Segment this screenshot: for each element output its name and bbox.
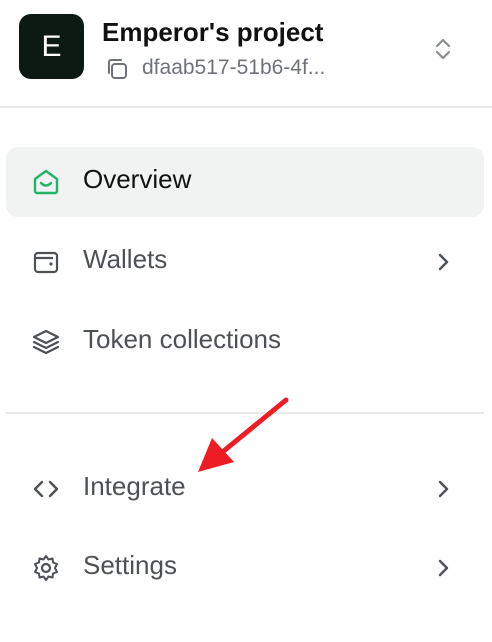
chevron-right-icon xyxy=(438,480,449,498)
layers-icon xyxy=(32,329,60,355)
nav-label-token-collections: Token collections xyxy=(83,324,281,354)
nav-label-overview: Overview xyxy=(83,164,192,194)
nav-item-settings[interactable]: Settings xyxy=(6,533,484,603)
project-switcher[interactable]: E Emperor's project dfaab517-51b6-4f... xyxy=(0,0,492,108)
project-id: dfaab517-51b6-4f... xyxy=(142,56,326,79)
section-divider xyxy=(6,412,484,414)
project-avatar: E xyxy=(19,14,84,79)
chevron-right-icon xyxy=(438,559,449,577)
chevron-up-down-icon[interactable] xyxy=(431,35,455,63)
nav-item-token-collections[interactable]: Token collections xyxy=(6,307,484,377)
nav-item-integrate[interactable]: Integrate xyxy=(6,454,484,524)
header-divider xyxy=(0,106,492,108)
sidebar: E Emperor's project dfaab517-51b6-4f... … xyxy=(0,0,492,642)
code-icon xyxy=(33,480,59,498)
nav-item-overview[interactable]: Overview xyxy=(6,147,484,217)
chevron-right-icon xyxy=(438,253,449,271)
wallet-icon xyxy=(33,251,59,274)
nav-item-wallets[interactable]: Wallets xyxy=(6,227,484,297)
project-name: Emperor's project xyxy=(102,17,324,47)
nav-label-integrate: Integrate xyxy=(83,471,186,501)
copy-icon[interactable] xyxy=(104,56,130,82)
nav-label-settings: Settings xyxy=(83,550,177,580)
project-avatar-letter: E xyxy=(41,29,62,63)
gear-icon xyxy=(34,555,58,581)
home-icon xyxy=(33,169,59,195)
nav-label-wallets: Wallets xyxy=(83,244,168,274)
